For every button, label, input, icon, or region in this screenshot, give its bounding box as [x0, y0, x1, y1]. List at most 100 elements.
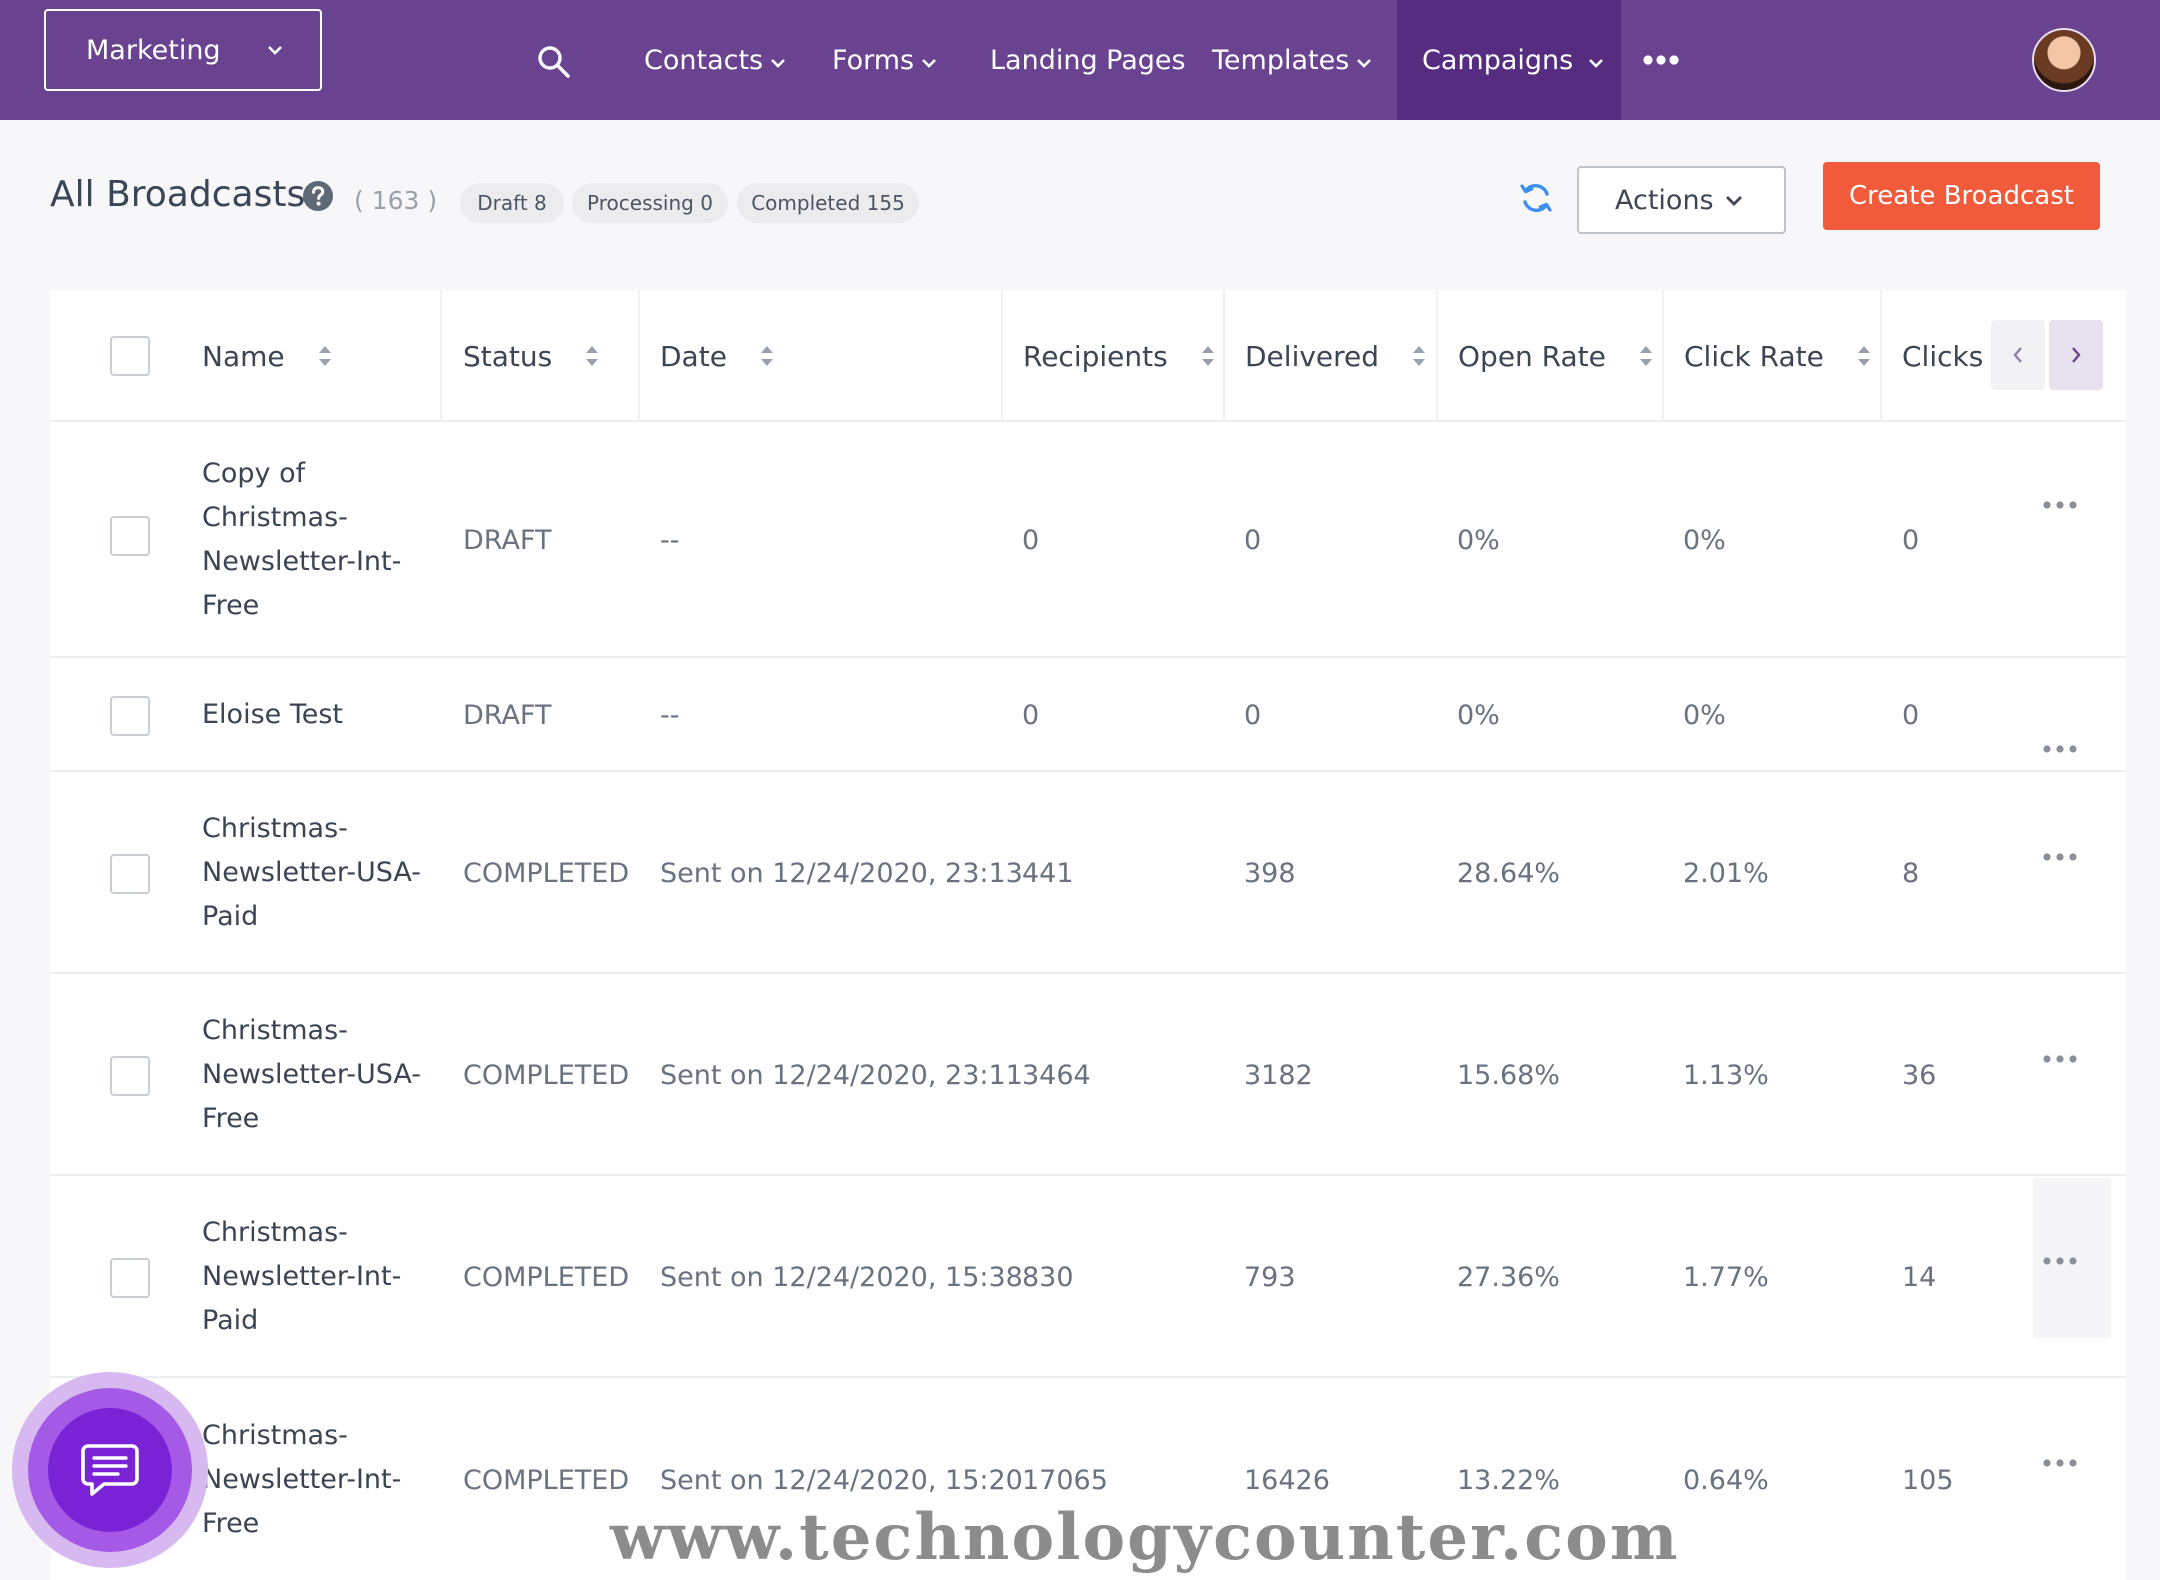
column-header-date[interactable]: Date [660, 290, 775, 422]
table-row[interactable]: Eloise Test DRAFT -- 0 0 0% 0% 0 [50, 660, 2126, 772]
broadcast-status: COMPLETED [463, 1059, 630, 1091]
broadcast-delivered: 0 [1244, 524, 1262, 556]
column-delivered-label: Delivered [1245, 339, 1380, 373]
search-icon[interactable] [536, 44, 572, 80]
chevron-down-icon [1357, 59, 1372, 68]
broadcast-date: Sent on 12/24/2020, 15:38 [660, 1261, 1023, 1293]
broadcast-date: Sent on 12/24/2020, 23:11 [660, 1059, 1023, 1091]
broadcast-date: -- [660, 699, 680, 731]
row-more-icon[interactable] [2040, 498, 2080, 512]
broadcast-name[interactable]: Christmas-Newsletter-Int-Paid [202, 1178, 432, 1376]
create-broadcast-button[interactable]: Create Broadcast [1823, 162, 2100, 230]
column-header-open-rate[interactable]: Open Rate [1458, 290, 1654, 422]
row-more-icon[interactable] [2040, 742, 2080, 756]
column-name-label: Name [202, 339, 285, 373]
broadcast-open-rate: 0% [1457, 524, 1500, 556]
user-avatar[interactable] [2032, 28, 2096, 92]
column-header-status[interactable]: Status [463, 290, 600, 422]
column-header-click-rate[interactable]: Click Rate [1684, 290, 1872, 422]
chevron-down-icon [771, 59, 786, 68]
row-checkbox[interactable] [110, 854, 150, 894]
column-recipients-label: Recipients [1023, 339, 1168, 373]
row-checkbox[interactable] [110, 1258, 150, 1298]
row-checkbox[interactable] [110, 696, 150, 736]
row-checkbox[interactable] [110, 1056, 150, 1096]
broadcast-open-rate: 28.64% [1457, 857, 1560, 889]
filter-draft[interactable]: Draft 8 [460, 183, 564, 223]
table-row[interactable]: Christmas-Newsletter-USA-Paid COMPLETED … [50, 774, 2126, 974]
chevron-down-icon [1726, 196, 1742, 206]
column-divider [638, 290, 640, 422]
broadcast-click-rate: 0% [1683, 699, 1726, 731]
broadcasts-table: Name Status Date Recipients Delivered Op… [50, 290, 2126, 1580]
broadcast-open-rate: 27.36% [1457, 1261, 1560, 1293]
sort-icon [1201, 346, 1214, 366]
broadcast-delivered: 793 [1244, 1261, 1296, 1293]
sort-icon [1413, 346, 1426, 366]
broadcast-name[interactable]: Eloise Test [202, 660, 432, 770]
more-horizontal-icon[interactable] [1641, 48, 1681, 72]
table-row[interactable]: Christmas-Newsletter-Int-Paid COMPLETED … [50, 1178, 2126, 1378]
column-divider [1880, 290, 1882, 422]
nav-forms[interactable]: Forms [832, 0, 938, 120]
row-more-icon[interactable] [2040, 1456, 2080, 1470]
sort-icon [1639, 346, 1652, 366]
broadcast-status: COMPLETED [463, 857, 630, 889]
row-checkbox[interactable] [110, 516, 150, 556]
broadcast-open-rate: 0% [1457, 699, 1500, 731]
row-more-icon[interactable] [2040, 850, 2080, 864]
broadcast-recipients: 0 [1022, 524, 1040, 556]
workspace-selector[interactable]: Marketing [44, 9, 322, 91]
actions-button[interactable]: Actions [1577, 166, 1786, 234]
nav-landing-pages[interactable]: Landing Pages [990, 0, 1186, 120]
column-divider [1662, 290, 1664, 422]
broadcast-status: DRAFT [463, 699, 552, 731]
broadcast-name[interactable]: Christmas-Newsletter-USA-Free [202, 976, 432, 1174]
broadcast-open-rate: 15.68% [1457, 1059, 1560, 1091]
filter-completed[interactable]: Completed 155 [737, 183, 919, 223]
table-row[interactable]: Christmas-Newsletter-USA-Free COMPLETED … [50, 976, 2126, 1176]
broadcast-click-rate: 1.77% [1683, 1261, 1769, 1293]
nav-campaigns[interactable]: Campaigns [1397, 0, 1621, 120]
chevron-right-icon [2072, 347, 2081, 363]
column-header-delivered[interactable]: Delivered [1245, 290, 1427, 422]
workspace-label: Marketing [86, 34, 221, 66]
sort-icon [586, 346, 599, 366]
table-row[interactable]: Copy of Christmas-Newsletter-Int-Free DR… [50, 424, 2126, 658]
chevron-down-icon [268, 46, 282, 55]
row-more-icon[interactable] [2040, 1052, 2080, 1066]
broadcast-recipients: 0 [1022, 699, 1040, 731]
broadcast-name[interactable]: Copy of Christmas-Newsletter-Int-Free [202, 424, 432, 656]
broadcast-clicks: 0 [1902, 524, 1920, 556]
broadcast-count: ( 163 ) [354, 186, 438, 215]
nav-forms-label: Forms [832, 44, 915, 76]
row-more-icon[interactable] [2040, 1254, 2080, 1268]
broadcast-recipients: 441 [1022, 857, 1074, 889]
chat-launcher-button[interactable] [12, 1372, 208, 1568]
table-header: Name Status Date Recipients Delivered Op… [50, 290, 2126, 422]
broadcast-clicks: 0 [1902, 699, 1920, 731]
broadcast-delivered: 0 [1244, 699, 1262, 731]
broadcast-status: DRAFT [463, 524, 552, 556]
scroll-right-button[interactable] [2049, 320, 2103, 390]
column-divider [1223, 290, 1225, 422]
actions-label: Actions [1615, 184, 1714, 216]
column-divider [1001, 290, 1003, 422]
sort-icon [1857, 346, 1870, 366]
broadcast-clicks: 36 [1902, 1059, 1937, 1091]
nav-templates[interactable]: Templates [1212, 0, 1373, 120]
broadcast-name[interactable]: Christmas-Newsletter-Int-Free [202, 1380, 432, 1580]
column-header-clicks[interactable]: Clicks [1902, 290, 1983, 422]
sort-icon [760, 346, 773, 366]
column-header-recipients[interactable]: Recipients [1023, 290, 1216, 422]
nav-contacts[interactable]: Contacts [644, 0, 787, 120]
filter-processing[interactable]: Processing 0 [572, 183, 728, 223]
select-all-checkbox[interactable] [110, 336, 150, 376]
broadcast-name[interactable]: Christmas-Newsletter-USA-Paid [202, 774, 432, 972]
column-divider [1436, 290, 1438, 422]
help-icon[interactable] [302, 180, 334, 212]
scroll-left-button[interactable] [1991, 320, 2045, 390]
column-header-name[interactable]: Name [202, 290, 333, 422]
top-nav: Marketing Contacts Forms Landing Pages T… [0, 0, 2160, 120]
refresh-icon[interactable] [1518, 180, 1554, 216]
